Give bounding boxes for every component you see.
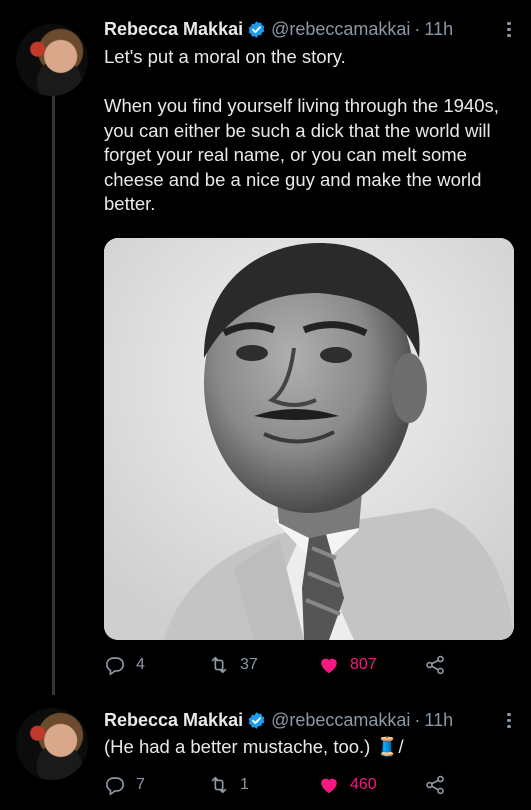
tweet-photo[interactable] — [104, 238, 514, 640]
author-handle[interactable]: @rebeccamakkai — [271, 19, 410, 40]
reply-icon — [106, 777, 125, 796]
timestamp[interactable]: 11h — [424, 19, 453, 40]
tweet-text: (He had a better mustache, too.) 🧵/ — [104, 736, 404, 757]
thread-line — [52, 95, 55, 695]
reply-button[interactable]: 7 — [104, 774, 145, 796]
like-count: 807 — [350, 656, 377, 673]
share-button[interactable] — [424, 654, 446, 676]
tweet-header: Rebecca Makkai @rebeccamakkai · 11h — [104, 708, 517, 732]
heart-filled-icon — [321, 658, 337, 674]
tweet-text: Let's put a moral on the story. When you… — [104, 46, 499, 214]
verified-badge-icon — [248, 711, 265, 729]
author-name[interactable]: Rebecca Makkai — [104, 19, 243, 40]
reply-button[interactable]: 4 — [104, 654, 145, 676]
like-button[interactable]: 460 — [318, 774, 377, 796]
author-handle[interactable]: @rebeccamakkai — [271, 710, 410, 731]
tweet-actions: 4 37 807 — [104, 654, 514, 678]
tweet-header: Rebecca Makkai @rebeccamakkai · 11h — [104, 17, 517, 41]
tweet[interactable]: Rebecca Makkai @rebeccamakkai · 11h (He … — [0, 690, 531, 810]
more-options-icon[interactable] — [501, 19, 517, 39]
portrait-image — [104, 238, 514, 640]
reply-count: 4 — [136, 656, 145, 673]
like-count: 460 — [350, 776, 377, 793]
separator-dot: · — [414, 709, 421, 730]
avatar[interactable] — [16, 708, 88, 780]
author-name[interactable]: Rebecca Makkai — [104, 710, 243, 731]
tweet-actions: 7 1 460 — [104, 774, 514, 798]
avatar[interactable] — [16, 24, 88, 96]
retweet-icon — [211, 776, 227, 794]
reply-count: 7 — [136, 776, 145, 793]
tweet[interactable]: Rebecca Makkai @rebeccamakkai · 11h Let'… — [0, 0, 531, 695]
timestamp[interactable]: 11h — [424, 710, 453, 731]
retweet-button[interactable]: 1 — [208, 774, 249, 796]
like-button[interactable]: 807 — [318, 654, 377, 676]
verified-badge-icon — [248, 20, 265, 38]
heart-filled-icon — [321, 778, 337, 794]
retweet-count: 37 — [240, 656, 258, 673]
retweet-icon — [211, 656, 227, 674]
retweet-count: 1 — [240, 776, 249, 793]
more-options-icon[interactable] — [501, 710, 517, 730]
reply-icon — [106, 657, 125, 676]
share-button[interactable] — [424, 774, 446, 796]
separator-dot: · — [414, 18, 421, 39]
retweet-button[interactable]: 37 — [208, 654, 258, 676]
share-icon — [426, 775, 444, 795]
share-icon — [426, 655, 444, 675]
